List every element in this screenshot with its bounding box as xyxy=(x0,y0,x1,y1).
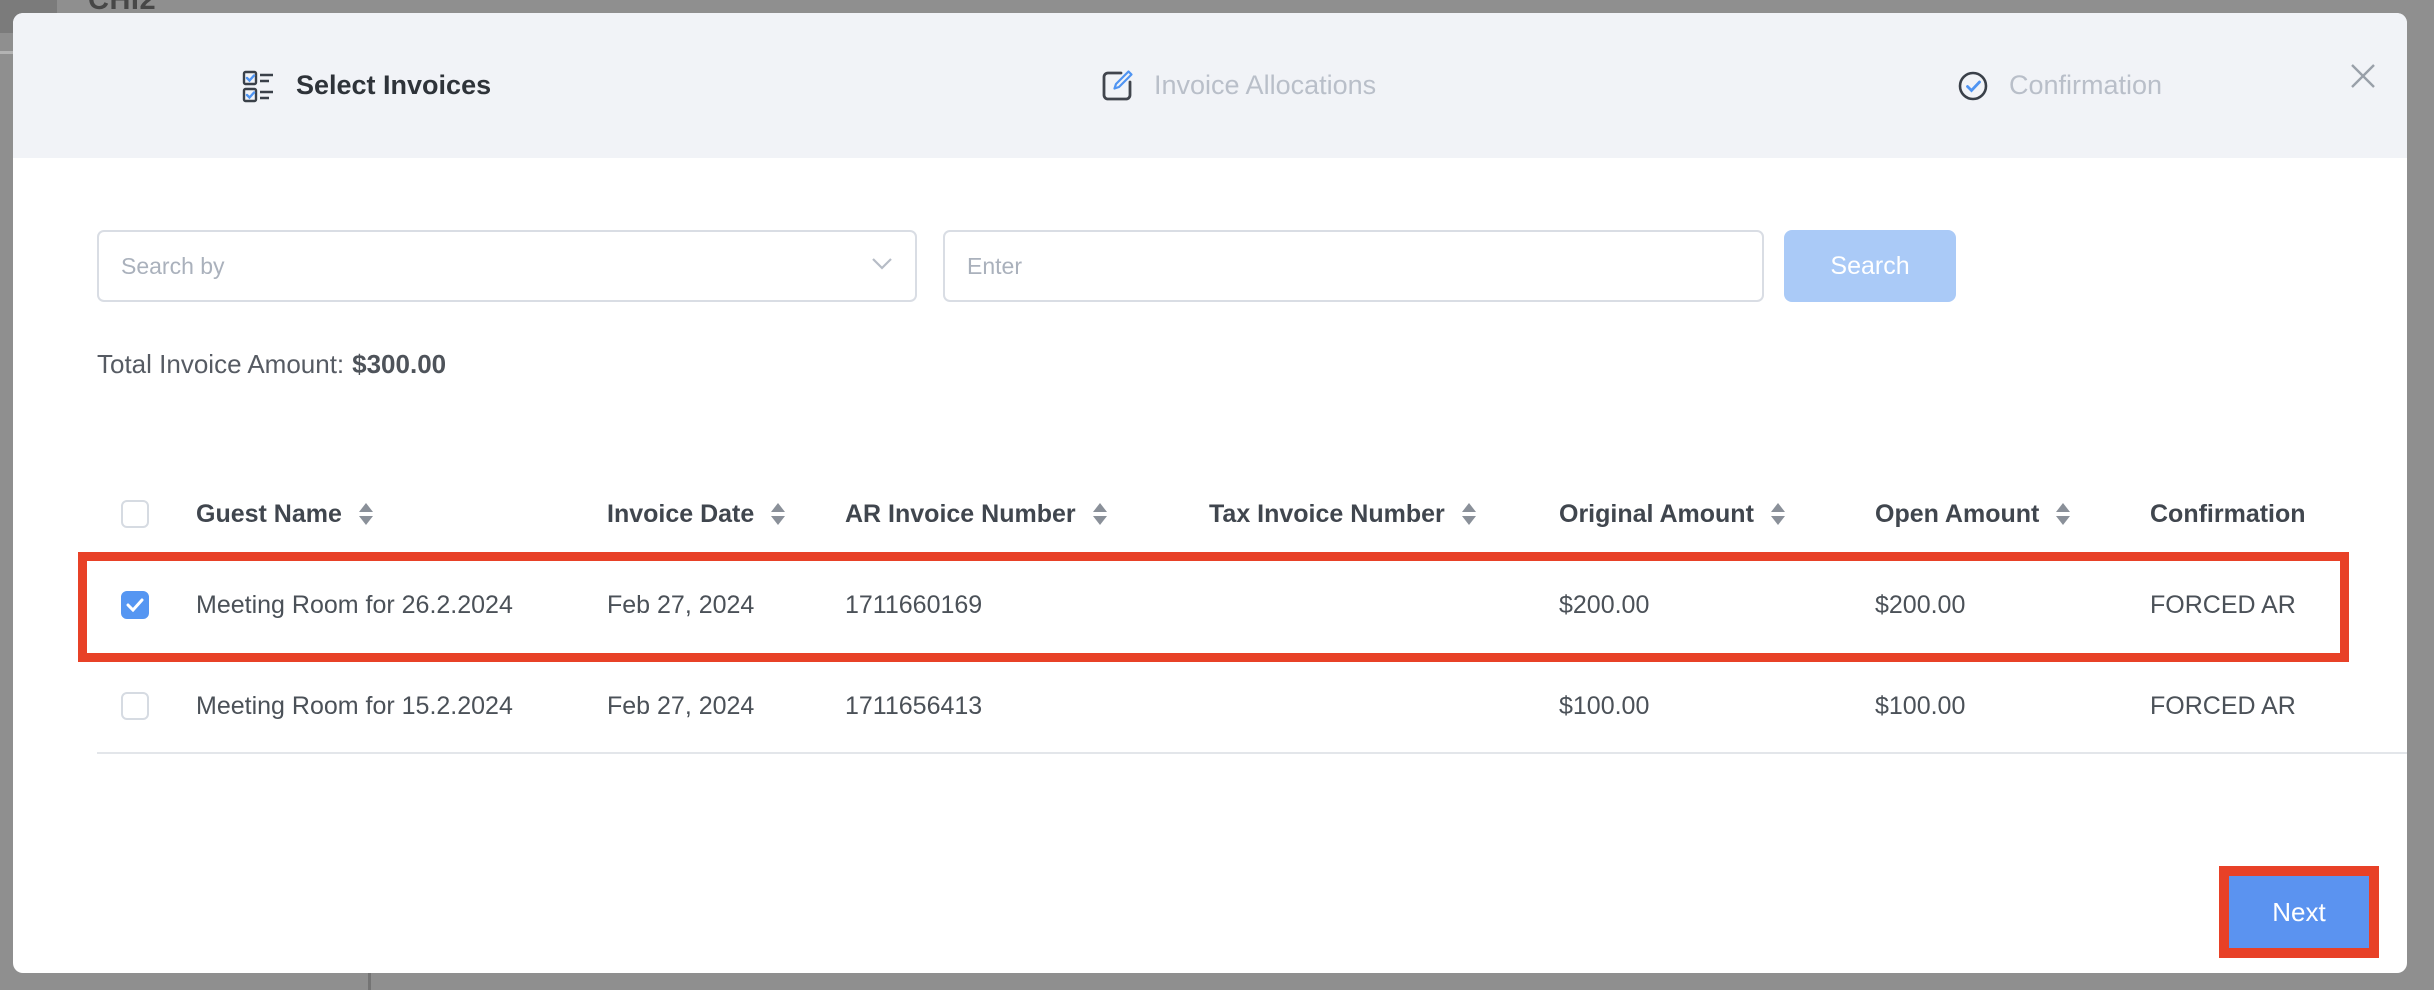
cell-confirmation: FORCED AR xyxy=(2150,591,2407,620)
column-header-open-amount[interactable]: Open Amount xyxy=(1875,500,2150,529)
sort-icon[interactable] xyxy=(1771,503,1785,525)
column-header-invoice-date[interactable]: Invoice Date xyxy=(607,500,845,529)
step-confirmation[interactable]: Confirmation xyxy=(1956,13,2162,158)
total-invoice-amount-value: $300.00 xyxy=(352,349,446,379)
sort-icon[interactable] xyxy=(771,503,785,525)
search-by-select[interactable] xyxy=(97,230,917,302)
row-checkbox[interactable] xyxy=(121,692,149,720)
cell-open-amount: $100.00 xyxy=(1875,692,2150,721)
cell-guest-name: Meeting Room for 15.2.2024 xyxy=(196,692,607,721)
background-page-title-text: CHI2 xyxy=(88,0,156,13)
step-label: Confirmation xyxy=(2009,70,2162,101)
total-invoice-amount-label: Total Invoice Amount: xyxy=(97,349,344,379)
sort-icon[interactable] xyxy=(359,503,373,525)
cell-open-amount: $200.00 xyxy=(1875,591,2150,620)
checklist-icon xyxy=(241,68,277,104)
column-header-guest-name[interactable]: Guest Name xyxy=(196,500,607,529)
background-page-title: CHI2 xyxy=(88,0,156,13)
search-by-select-value[interactable] xyxy=(99,232,871,300)
step-select-invoices[interactable]: Select Invoices xyxy=(241,13,491,158)
edit-icon xyxy=(1099,68,1135,104)
select-all-checkbox[interactable] xyxy=(121,500,149,528)
invoices-table: Guest Name Invoice Date AR Invoice Numbe… xyxy=(97,478,2407,754)
background-divider xyxy=(0,51,13,54)
row-checkbox[interactable] xyxy=(121,591,149,619)
sort-icon[interactable] xyxy=(1093,503,1107,525)
column-header-confirmation[interactable]: Confirmation N xyxy=(2150,500,2407,529)
sort-icon[interactable] xyxy=(2056,503,2070,525)
cell-ar-invoice-number: 1711656413 xyxy=(845,692,1209,721)
cell-invoice-date: Feb 27, 2024 xyxy=(607,692,845,721)
column-header-ar-invoice-number[interactable]: AR Invoice Number xyxy=(845,500,1209,529)
step-label: Invoice Allocations xyxy=(1154,70,1376,101)
step-label: Select Invoices xyxy=(296,70,491,101)
cell-guest-name: Meeting Room for 26.2.2024 xyxy=(196,591,607,620)
search-value-input[interactable] xyxy=(943,230,1764,302)
select-invoices-modal: Select Invoices Invoice Allocations Conf… xyxy=(13,13,2407,973)
table-header-row: Guest Name Invoice Date AR Invoice Numbe… xyxy=(97,478,2407,550)
search-button[interactable]: Search xyxy=(1784,230,1956,302)
cell-original-amount: $200.00 xyxy=(1559,591,1875,620)
total-invoice-amount: Total Invoice Amount: $300.00 xyxy=(97,349,446,380)
cell-original-amount: $100.00 xyxy=(1559,692,1875,721)
background-divider xyxy=(368,973,371,990)
column-header-original-amount[interactable]: Original Amount xyxy=(1559,500,1875,529)
sort-icon[interactable] xyxy=(1462,503,1476,525)
step-invoice-allocations[interactable]: Invoice Allocations xyxy=(1099,13,1376,158)
cell-ar-invoice-number: 1711660169 xyxy=(845,591,1209,620)
column-header-tax-invoice-number[interactable]: Tax Invoice Number xyxy=(1209,500,1559,529)
cell-invoice-date: Feb 27, 2024 xyxy=(607,591,845,620)
table-row[interactable]: Meeting Room for 15.2.2024 Feb 27, 2024 … xyxy=(97,660,2407,754)
cell-confirmation: FORCED AR xyxy=(2150,692,2407,721)
next-button[interactable]: Next xyxy=(2229,876,2369,948)
highlight-rectangle-next: Next xyxy=(2219,866,2379,958)
close-icon[interactable] xyxy=(2346,59,2380,93)
wizard-steps-header: Select Invoices Invoice Allocations Conf… xyxy=(13,13,2407,158)
chevron-down-icon xyxy=(871,257,893,276)
table-row[interactable]: Meeting Room for 26.2.2024 Feb 27, 2024 … xyxy=(97,550,2407,660)
check-circle-icon xyxy=(1956,69,1990,103)
